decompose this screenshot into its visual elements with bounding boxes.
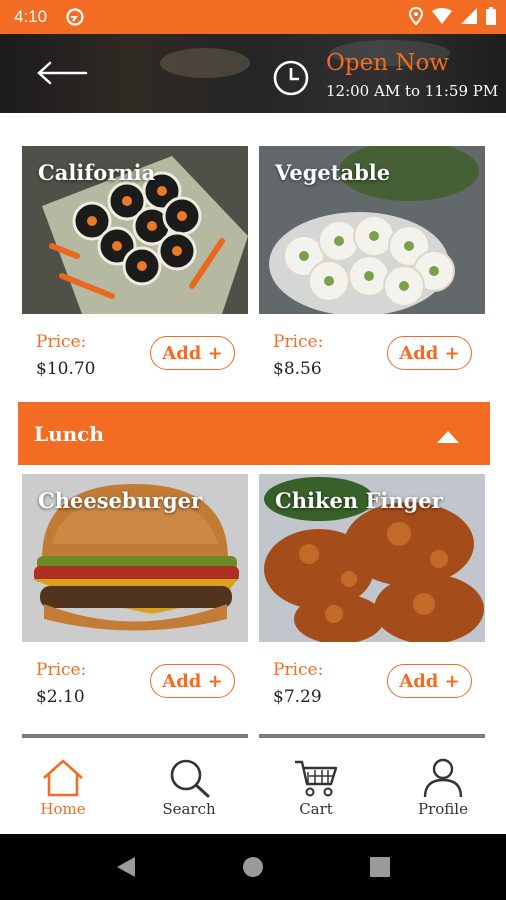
battery-icon (486, 7, 496, 30)
nav-search[interactable]: Search (134, 758, 244, 818)
system-navigation-bar (0, 834, 506, 900)
california-roll-image: California (22, 146, 248, 314)
profile-icon (388, 758, 498, 798)
section-title: Lunch (34, 422, 104, 446)
price-label: Price: (273, 332, 324, 352)
add-to-cart-button[interactable]: Add + (150, 336, 235, 370)
nav-label: Home (40, 800, 86, 818)
food-name: Vegetable (275, 160, 391, 185)
cart-icon (261, 758, 371, 798)
location-icon (408, 6, 424, 30)
system-back-icon[interactable] (115, 856, 137, 882)
add-to-cart-button[interactable]: Add + (387, 664, 472, 698)
nav-label: Cart (299, 800, 333, 818)
search-icon (134, 758, 244, 798)
price-label: Price: (36, 332, 87, 352)
cheeseburger-image: Cheeseburger (22, 474, 248, 642)
home-icon (8, 758, 118, 798)
signal-icon (461, 8, 477, 29)
status-bar: 4:10 (0, 0, 506, 34)
section-header-lunch[interactable]: Lunch (18, 402, 490, 465)
food-card-california[interactable]: California Price: $10.70 Add + (22, 146, 248, 386)
restaurant-header: Open Now 12:00 AM to 11:59 PM (0, 34, 506, 113)
food-card-cheeseburger[interactable]: Cheeseburger Price: $2.10 Add + (22, 474, 248, 714)
food-name: Chiken Finger (275, 488, 443, 513)
app-notification-icon (66, 8, 84, 31)
food-name: Cheeseburger (38, 488, 203, 513)
open-status: Open Now (326, 50, 449, 76)
status-time: 4:10 (14, 7, 48, 26)
clock-icon (271, 58, 311, 102)
food-card-chiken-finger[interactable]: Chiken Finger Price: $7.29 Add + (259, 474, 485, 714)
nav-label: Profile (418, 800, 468, 818)
add-to-cart-button[interactable]: Add + (150, 664, 235, 698)
bottom-navigation: Home Search Cart Profile (0, 738, 506, 834)
nav-home[interactable]: Home (8, 758, 118, 818)
opening-hours: 12:00 AM to 11:59 PM (326, 82, 499, 100)
chicken-finger-image: Chiken Finger (259, 474, 485, 642)
price-value: $7.29 (273, 687, 322, 707)
price-value: $8.56 (273, 359, 322, 379)
food-name: California (38, 160, 156, 185)
price-value: $2.10 (36, 687, 85, 707)
food-card-vegetable[interactable]: Vegetable Price: $8.56 Add + (259, 146, 485, 386)
wifi-icon (432, 8, 452, 29)
nav-cart[interactable]: Cart (261, 758, 371, 818)
price-label: Price: (36, 660, 87, 680)
add-to-cart-button[interactable]: Add + (387, 336, 472, 370)
nav-label: Search (162, 800, 216, 818)
chevron-up-icon[interactable] (437, 428, 459, 447)
vegetable-roll-image: Vegetable (259, 146, 485, 314)
price-label: Price: (273, 660, 324, 680)
price-value: $10.70 (36, 359, 96, 379)
system-home-icon[interactable] (242, 856, 264, 882)
back-arrow-icon[interactable] (36, 60, 88, 90)
nav-profile[interactable]: Profile (388, 758, 498, 818)
system-recent-apps-icon[interactable] (369, 856, 391, 882)
